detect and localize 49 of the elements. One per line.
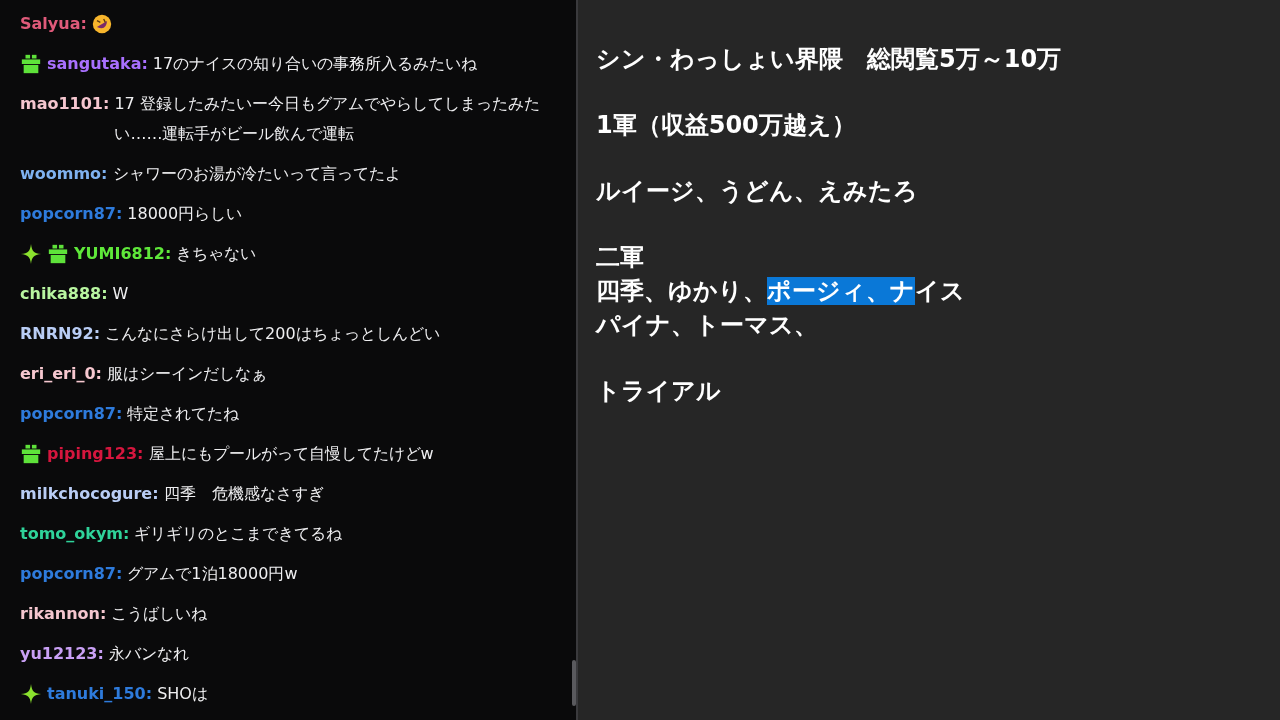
laughing-emoji-icon: [91, 14, 112, 34]
gift-badge-icon: [20, 53, 42, 75]
document-text: トライアル: [596, 377, 721, 405]
chat-username[interactable]: sangutaka:: [47, 49, 148, 79]
chat-username[interactable]: YUMI6812:: [74, 239, 172, 269]
chat-message-text: グアムで1泊18000円w: [127, 563, 299, 585]
document-text: ルイージ、うどん、えみたろ: [596, 177, 918, 205]
chat-message-text: 服はシーインだしなぁ: [107, 363, 268, 385]
chat-message-text: 17のナイスの知り合いの事務所入るみたいね: [152, 53, 479, 75]
chat-username[interactable]: rikannon:: [20, 599, 107, 629]
scrollbar-thumb[interactable]: [572, 660, 576, 706]
chat-username[interactable]: woommo:: [20, 159, 108, 189]
chat-message-text: きちゃない: [176, 243, 258, 265]
gift-badge-icon: [20, 443, 42, 465]
document-text: ポージィ、ナ: [767, 277, 915, 305]
chat-message-text: こうばしいね: [111, 603, 209, 625]
document-text: 二軍: [596, 243, 644, 271]
chat-username[interactable]: eri_eri_0:: [20, 359, 102, 389]
chat-message-text: 17 登録したみたいー今日もグアムでやらしてしまったみたい……運転手がビール飲んで運転: [114, 93, 541, 145]
chat-username[interactable]: milkchocogure:: [20, 479, 159, 509]
sparkle-badge-icon: [20, 243, 42, 265]
chat-username[interactable]: yu12123:: [20, 639, 104, 669]
gift-badge-icon: [47, 243, 69, 265]
chat-message-text: 屋上にもプールがって自慢してたけどw: [148, 443, 435, 465]
chat-message-text: 18000円らしい: [127, 203, 244, 225]
document-text: パイナ、トーマス、: [596, 311, 818, 339]
chat-message-text: 特定されてたね: [127, 403, 241, 425]
document-text: 1軍（収益500万越え）: [596, 111, 856, 139]
chat-username[interactable]: popcorn87:: [20, 559, 123, 589]
chat-username[interactable]: popcorn87:: [20, 399, 123, 429]
chat-username[interactable]: mao1101:: [20, 89, 110, 119]
chat-username[interactable]: RNRN92:: [20, 319, 101, 349]
chat-message-text: ギリギリのとこまできてるね: [134, 523, 344, 545]
chat-username[interactable]: Salyua:: [20, 9, 87, 39]
chat-username[interactable]: popcorn87:: [20, 199, 123, 229]
chat-message-text: 永バンなれ: [108, 643, 190, 665]
chat-username[interactable]: piping123:: [47, 439, 144, 469]
chat-username[interactable]: tomo_okym:: [20, 519, 130, 549]
chat-message-text: 四季 危機感なさすぎ: [163, 483, 325, 505]
chat-message-text: こんなにさらけ出して200はちょっとしんどい: [105, 323, 441, 345]
document-text: 四季、ゆかり、: [596, 277, 767, 305]
chat-username[interactable]: chika888:: [20, 279, 108, 309]
document-text: シン・わっしょい界隈 総閲覧5万～10万: [596, 45, 1062, 73]
chat-username[interactable]: tanuki_150:: [47, 679, 153, 709]
document-text: イス: [915, 277, 965, 305]
sparkle-badge-icon: [20, 683, 42, 705]
chat-message-text: W: [112, 283, 130, 305]
chat-message-text: シャワーのお湯が冷たいって言ってたよ: [112, 163, 402, 185]
chat-message-text: SHOは: [157, 683, 209, 705]
